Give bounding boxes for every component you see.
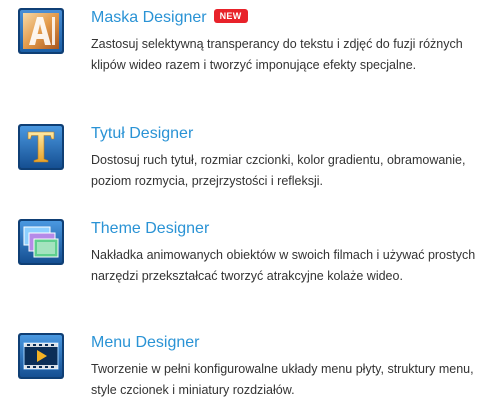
feature-title-text[interactable]: Tytuł Designer xyxy=(91,125,193,142)
feature-description: Nakładka animowanych obiektów w swoich f… xyxy=(91,248,476,283)
feature-description: Zastosuj selektywną transperancy do teks… xyxy=(91,37,463,72)
feature-title[interactable]: Theme Designer xyxy=(91,219,209,239)
new-badge: NEW xyxy=(213,9,248,23)
feature-description: Dostosuj ruch tytuł, rozmiar czcionki, k… xyxy=(91,153,466,188)
menu-designer-icon[interactable] xyxy=(18,333,64,379)
feature-title[interactable]: Maska Designer NEW xyxy=(91,8,248,28)
feature-title[interactable]: Menu Designer xyxy=(91,333,200,353)
title-designer-icon[interactable] xyxy=(18,124,64,170)
feature-description: Tworzenie w pełni konfigurowalne układy … xyxy=(91,362,474,397)
theme-designer-icon[interactable] xyxy=(18,219,64,265)
feature-title-text[interactable]: Theme Designer xyxy=(91,220,209,237)
feature-title-text[interactable]: Menu Designer xyxy=(91,334,200,351)
feature-title[interactable]: Tytuł Designer xyxy=(91,124,193,144)
feature-title-text[interactable]: Maska Designer xyxy=(91,9,207,26)
mask-designer-icon[interactable] xyxy=(18,8,64,54)
